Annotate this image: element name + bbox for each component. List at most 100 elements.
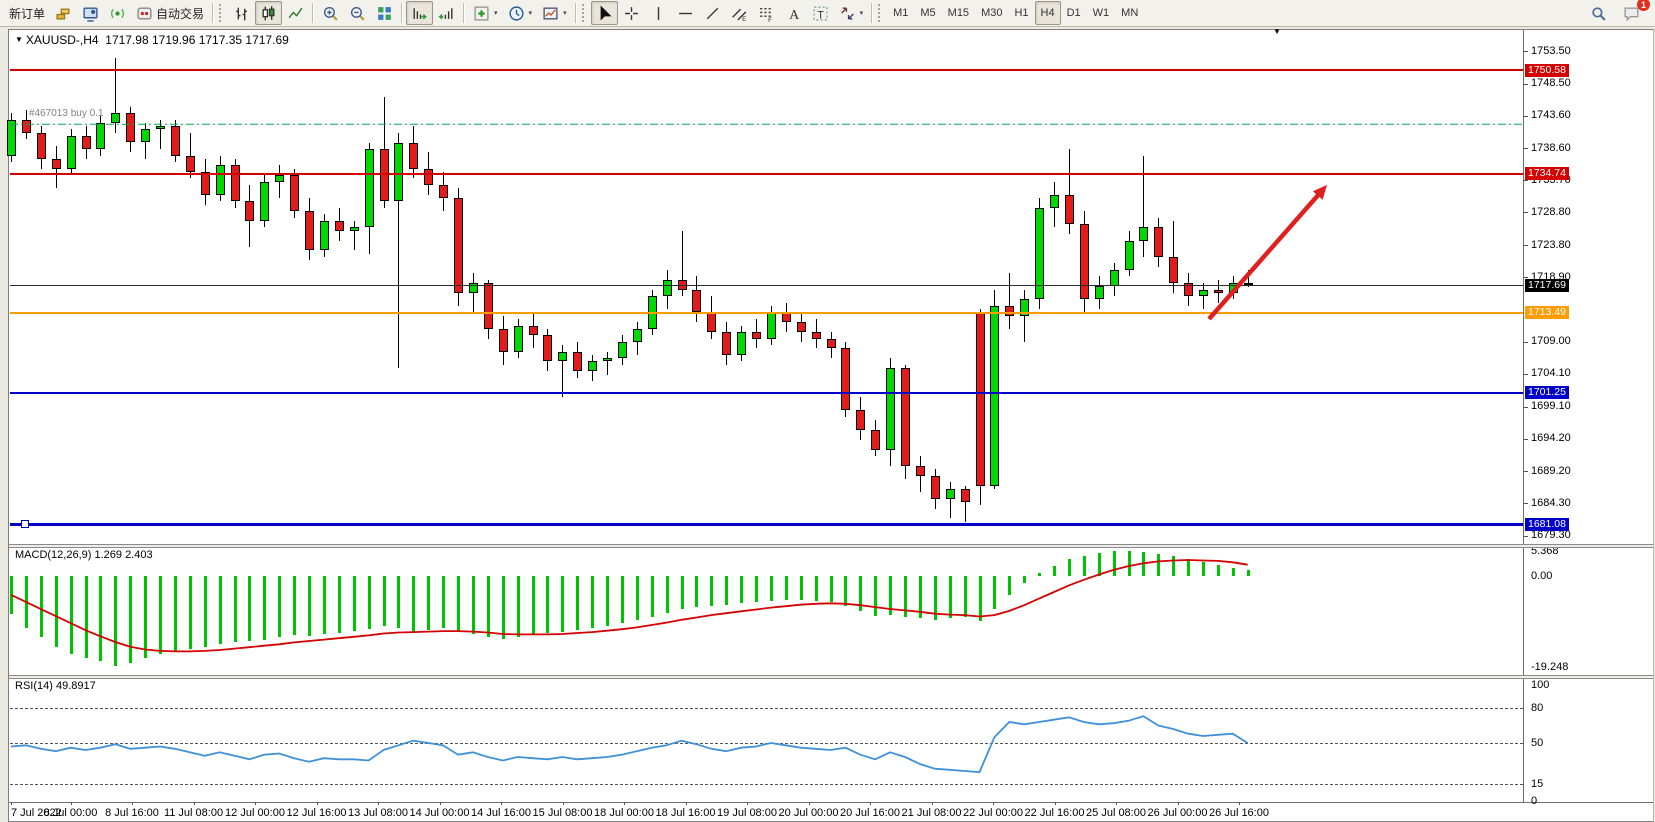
price-level-line[interactable] (10, 392, 1523, 394)
candle (841, 348, 850, 410)
pane-splitter[interactable] (9, 544, 1653, 548)
chevron-down-icon[interactable]: ▾ (494, 9, 498, 17)
vline-button[interactable] (645, 1, 672, 25)
crosshair-button[interactable] (618, 1, 645, 25)
toolbar-drag-handle[interactable] (582, 4, 587, 22)
autotrading-button[interactable]: 自动交易 (131, 1, 209, 25)
arrows-button[interactable]: ▾ (834, 1, 869, 25)
tf-m5[interactable]: M5 (914, 1, 941, 25)
chevron-down-icon[interactable]: ▾ (860, 9, 864, 17)
candle (126, 113, 135, 142)
line-chart-button[interactable] (282, 1, 309, 25)
tf-w1[interactable]: W1 (1087, 1, 1116, 25)
candle (439, 185, 448, 198)
price-level-line[interactable] (10, 69, 1523, 71)
tf-d1[interactable]: D1 (1061, 1, 1087, 25)
metaeditor-button[interactable] (77, 1, 104, 25)
time-tick (255, 802, 256, 805)
macd-histogram-bar (1053, 566, 1056, 576)
tf-mn[interactable]: MN (1115, 1, 1144, 25)
pane-splitter[interactable] (9, 675, 1653, 679)
candle (1065, 195, 1074, 224)
templates-button[interactable]: ▾ (537, 1, 572, 25)
macd-histogram-bar (591, 576, 594, 628)
macd-histogram-bar (651, 576, 654, 617)
text-button[interactable]: A (780, 1, 807, 25)
candle (111, 113, 120, 123)
candle (886, 368, 895, 450)
price-level-line[interactable] (10, 312, 1523, 314)
macd-histogram-bar (189, 576, 192, 649)
toolbar-drag-handle[interactable] (219, 4, 224, 22)
open-position-label[interactable]: #467013 buy 0.1 (29, 108, 104, 119)
tf-d1-label: D1 (1067, 7, 1081, 19)
time-tick (501, 802, 502, 805)
candle-wick (950, 482, 951, 518)
candle (871, 430, 880, 450)
chevron-down-icon[interactable]: ▾ (563, 9, 567, 17)
cursor-button[interactable] (591, 1, 618, 25)
signals-button[interactable] (104, 1, 131, 25)
candle-wick (1009, 273, 1010, 329)
indicators-button[interactable]: ▾ (468, 1, 503, 25)
candle (424, 169, 433, 185)
tf-m5-label: M5 (920, 7, 935, 19)
gold-button[interactable] (50, 1, 77, 25)
notifications-button[interactable]: 1 (1618, 1, 1645, 25)
price-tick (1523, 84, 1528, 85)
search-button[interactable] (1585, 1, 1612, 25)
line-drag-handle[interactable] (21, 520, 29, 528)
chart-shift-button[interactable] (433, 1, 460, 25)
channel-button[interactable]: E (726, 1, 753, 25)
tf-h4[interactable]: H4 (1035, 1, 1061, 25)
new-order-button-label: 新订单 (9, 5, 45, 22)
candle (82, 136, 91, 149)
candle-chart-button[interactable] (255, 1, 282, 25)
hline-button[interactable] (672, 1, 699, 25)
macd-histogram-bar (383, 576, 386, 626)
trend-arrow-head[interactable] (1313, 185, 1327, 200)
macd-histogram-bar (397, 576, 400, 628)
price-level-line[interactable] (10, 173, 1523, 175)
candle (380, 149, 389, 201)
tf-m30[interactable]: M30 (975, 1, 1008, 25)
chart-window[interactable]: ▼XAUUSD-,H4 1717.98 1719.96 1717.35 1717… (8, 29, 1654, 822)
trend-arrow-line[interactable] (1209, 193, 1320, 319)
macd-histogram-bar (25, 576, 28, 628)
zoom-out-button[interactable] (344, 1, 371, 25)
periods-button[interactable]: ▾ (503, 1, 538, 25)
bar-chart-button[interactable] (228, 1, 255, 25)
price-tick (1523, 116, 1528, 117)
candle (663, 280, 672, 296)
toolbar-right: 1 (1585, 1, 1651, 25)
new-order-button[interactable]: 新订单 (4, 1, 50, 25)
label-button[interactable]: T (807, 1, 834, 25)
candle (856, 410, 865, 430)
mt4-terminal: 新订单 自动交易 ▾ ▾ ▾ EFAT ▾ M1 M5 M15M30H1H4 D1 W1MN 1 ▼XA… (0, 0, 1655, 822)
macd-histogram-bar (666, 576, 669, 613)
fibo-button[interactable]: F (753, 1, 780, 25)
trendline-button[interactable] (699, 1, 726, 25)
macd-histogram-bar (427, 576, 430, 630)
zoom-in-button[interactable] (317, 1, 344, 25)
price-tick-label: 1738.60 (1531, 142, 1571, 154)
tile-windows-button[interactable] (371, 1, 398, 25)
shapes-icon (839, 5, 856, 22)
macd-histogram-bar (815, 576, 818, 601)
signals-icon (109, 5, 126, 22)
symbol-collapse-icon[interactable]: ▼ (15, 35, 23, 44)
tf-h1[interactable]: H1 (1008, 1, 1034, 25)
toolbar-drag-handle[interactable] (878, 4, 883, 22)
chevron-down-icon[interactable]: ▾ (529, 9, 533, 17)
macd-histogram-bar (1068, 559, 1071, 576)
price-level-line[interactable] (10, 285, 1523, 286)
tf-m1[interactable]: M1 (887, 1, 914, 25)
auto-scroll-button[interactable] (406, 1, 433, 25)
time-tick-label: 26 Jul 00:00 (1148, 807, 1208, 819)
time-tick (71, 802, 72, 805)
price-level-line[interactable] (10, 523, 1523, 526)
tf-m15[interactable]: M15 (942, 1, 975, 25)
candle (767, 312, 776, 338)
rsi-axis-label: 50 (1531, 737, 1543, 749)
candle (976, 312, 985, 485)
